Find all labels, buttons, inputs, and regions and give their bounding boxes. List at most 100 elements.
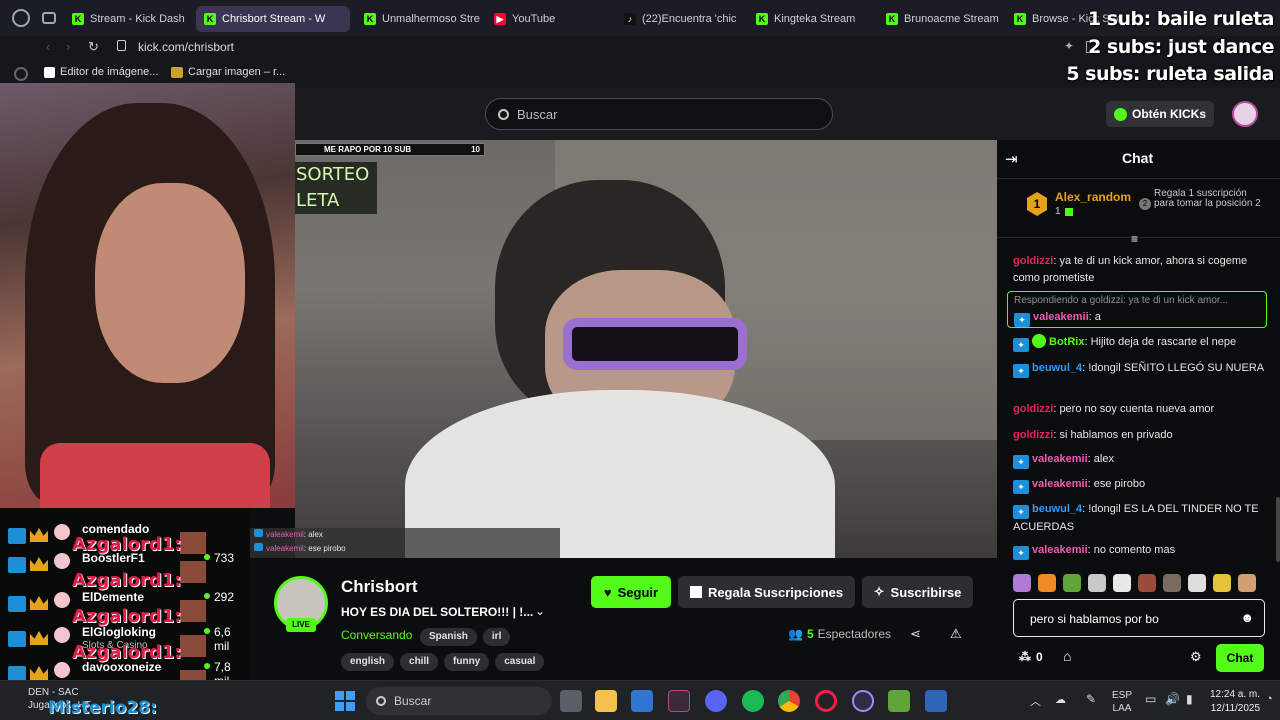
tag-language[interactable]: Spanish (420, 628, 477, 646)
tab-manager-icon[interactable] (42, 12, 56, 24)
chat-username[interactable]: beuwul_4 (1032, 503, 1082, 515)
search-input[interactable]: Buscar (485, 98, 833, 130)
stream-category[interactable]: Conversando (341, 628, 412, 642)
report-icon[interactable]: ⚠ (950, 626, 962, 642)
chat-username[interactable]: valeakemii (1032, 453, 1088, 465)
video-player[interactable]: ME RAPO POR 10 SUB 10 SORTEO LETA (295, 140, 997, 558)
gift-promo-text[interactable]: Regala 1 suscripción para tomar la posic… (1154, 189, 1269, 209)
share-icon[interactable]: ⋖ (910, 626, 921, 642)
expand-title-icon[interactable]: ⌄ (535, 604, 545, 618)
tray-expand-icon[interactable]: ︿ (1030, 693, 1041, 709)
streamer-name[interactable]: Chrisbort (341, 577, 418, 597)
browser-tab[interactable]: ▶ YouTube (486, 6, 610, 32)
emote-icon[interactable] (1038, 574, 1056, 592)
pinned-filter-icon[interactable]: ≡ (1131, 232, 1138, 246)
outlook-icon[interactable] (631, 690, 653, 712)
chat-username[interactable]: valeakemii (1032, 478, 1088, 490)
browser-tab[interactable]: K Brunoacme Stream (878, 6, 1002, 32)
user-avatar[interactable] (1232, 101, 1258, 127)
app-icon[interactable] (668, 690, 690, 712)
file-explorer-icon[interactable] (595, 690, 617, 712)
back-icon[interactable]: ‹ (46, 39, 50, 54)
chat-username[interactable]: goldizzi (1013, 403, 1053, 415)
language-indicator[interactable]: ESP LAA (1112, 689, 1132, 715)
chat-username[interactable]: goldizzi (1013, 429, 1053, 441)
chat-scrollbar[interactable] (1276, 497, 1280, 562)
minecraft-icon[interactable] (888, 690, 910, 712)
tag[interactable]: casual (495, 653, 545, 671)
clock-time: 12:24 a. m. (1210, 689, 1261, 700)
emote-icon[interactable] (1188, 574, 1206, 592)
kick-icon: K (364, 13, 376, 25)
url-field[interactable]: kick.com/chrisbort (138, 40, 234, 54)
browser-tab[interactable]: K Kingteka Stream (748, 6, 872, 32)
emoji-picker-icon[interactable]: ☻ (1240, 610, 1254, 625)
bookmark-editor[interactable]: Editor de imágene... (44, 66, 158, 78)
emote-icon[interactable] (1013, 574, 1031, 592)
pen-icon[interactable]: ✎ (1086, 692, 1096, 706)
kick-icon: K (204, 13, 216, 25)
emote-icon[interactable] (1113, 574, 1131, 592)
emote-icon[interactable] (1213, 574, 1231, 592)
sidebar-toggle-icon[interactable] (14, 67, 28, 81)
mcid-app-icon[interactable] (925, 690, 947, 712)
browser-tab[interactable]: K Chrisbort Stream - W (196, 6, 350, 32)
clock[interactable]: 12:24 a. m. 12/11/2025 (1210, 688, 1260, 716)
send-chat-button[interactable]: Chat (1216, 644, 1264, 672)
gift-subs-button[interactable]: Regala Suscripciones (678, 576, 855, 608)
battery-icon[interactable]: ▮ (1186, 692, 1193, 706)
chat-username[interactable]: valeakemii (1033, 311, 1089, 323)
pin-icon[interactable]: ✦ (1064, 39, 1074, 53)
emote-bar (1013, 574, 1273, 594)
chat-username[interactable]: BotRix (1049, 336, 1084, 348)
tag[interactable]: english (341, 653, 395, 671)
onedrive-icon[interactable]: ☁ (1055, 693, 1066, 706)
emote-icon[interactable] (1138, 574, 1156, 592)
kick-icon: K (72, 13, 84, 25)
chat-message-line: ✦ valeakemii: ese pirobo (1013, 476, 1268, 494)
get-kicks-button[interactable]: Obtén KICKs (1105, 101, 1214, 127)
subscribe-button[interactable]: ✧ Suscribirse (862, 576, 973, 608)
chat-username[interactable]: beuwul_4 (1032, 362, 1082, 374)
opera-gx-icon[interactable] (815, 690, 837, 712)
gift-icon (689, 586, 702, 598)
reload-icon[interactable]: ↻ (88, 39, 99, 55)
spotify-icon[interactable] (742, 690, 764, 712)
obs-icon[interactable] (852, 690, 874, 712)
kicks-balance-value: 0 (1036, 650, 1043, 664)
discord-icon[interactable] (705, 690, 727, 712)
emote-icon[interactable] (1088, 574, 1106, 592)
chat-username[interactable]: goldizzi (1013, 255, 1053, 267)
emote-icon[interactable] (1063, 574, 1081, 592)
emote-icon[interactable] (1238, 574, 1256, 592)
volume-icon[interactable]: 🔊 (1165, 692, 1180, 706)
reply-context[interactable]: Respondiendo a goldizzi: ya te di un kic… (1014, 292, 1260, 309)
stream-overlay-box: SORTEO LETA (295, 162, 377, 214)
task-view-icon[interactable] (560, 690, 582, 712)
network-icon[interactable]: ▭ (1145, 692, 1156, 706)
browser-tab[interactable]: K Unmalhermoso Stre (356, 6, 480, 32)
start-button[interactable] (335, 691, 355, 711)
opera-logo-icon[interactable] (12, 9, 30, 27)
top-gifter-name[interactable]: Alex_random (1055, 190, 1131, 204)
emote-icon[interactable] (1163, 574, 1181, 592)
chat-settings-icon[interactable]: ⚙ (1190, 649, 1202, 665)
bookmark-upload[interactable]: Cargar imagen – r... (171, 66, 285, 78)
clock-date: 12/11/2025 (1210, 703, 1261, 714)
cake-icon (54, 592, 70, 608)
tag[interactable]: chill (400, 653, 439, 671)
tag[interactable]: funny (444, 653, 490, 671)
chrome-icon[interactable] (778, 690, 800, 712)
store-icon[interactable]: ⌂ (1063, 648, 1071, 664)
kicks-balance[interactable]: ⁂ 0 (1019, 650, 1043, 664)
chat-input[interactable]: pero si hablamos por bo ☻ (1013, 599, 1265, 637)
taskbar-search[interactable]: Buscar (366, 687, 552, 715)
browser-tab[interactable]: K Stream - Kick Dash (64, 6, 186, 32)
collapse-chat-icon[interactable]: ⇥ (1005, 150, 1018, 168)
browser-tab[interactable]: ♪ (22)Encuentra 'chic (616, 6, 740, 32)
chat-username[interactable]: valeakemii (1032, 544, 1088, 556)
notifications-icon[interactable]: ◔ (1266, 693, 1273, 705)
tag[interactable]: irl (482, 628, 511, 646)
forward-icon[interactable]: › (66, 39, 70, 54)
follow-button[interactable]: ♥ Seguir (591, 576, 671, 608)
